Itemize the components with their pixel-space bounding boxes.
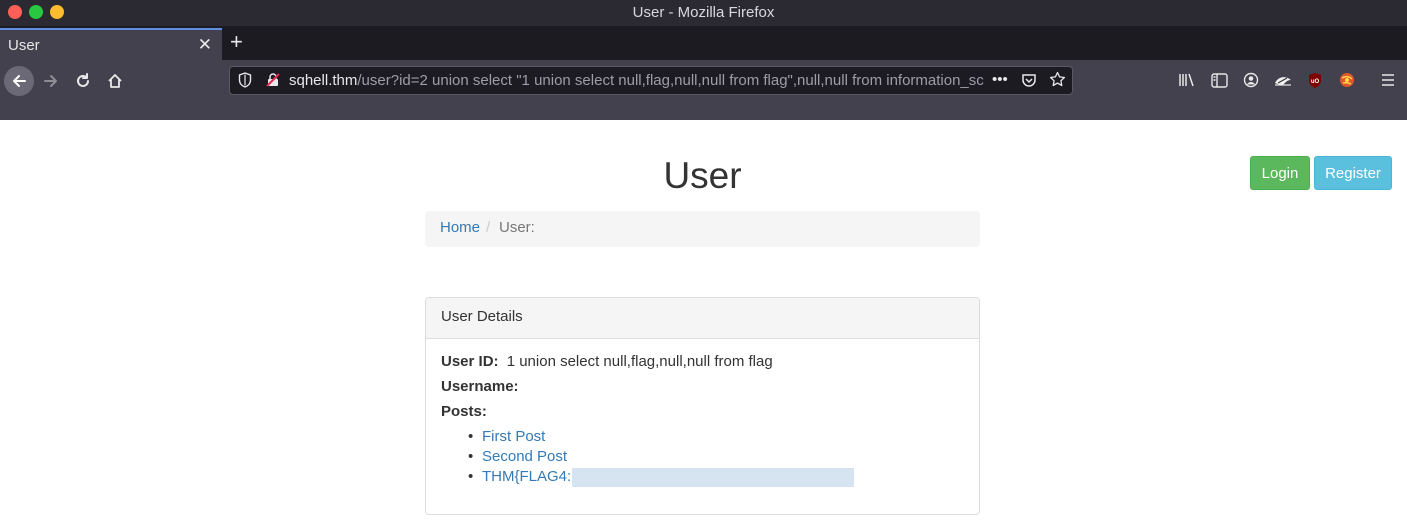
redacted-flag-highlight [572,468,855,487]
username-row: Username: [441,378,964,403]
breadcrumb: Home / User: [425,211,980,247]
ublock-icon[interactable]: uO [1305,70,1325,90]
login-button[interactable]: Login [1250,156,1310,190]
user-id-label: User ID: [441,353,499,370]
list-item: First Post [468,428,964,448]
register-button[interactable]: Register [1314,156,1392,190]
posts-label: Posts: [441,403,487,420]
new-tab-button[interactable]: + [230,29,243,55]
list-item: THM{FLAG4: [468,468,964,488]
username-label: Username: [441,378,519,395]
user-details-panel: User Details User ID: 1 union select nul… [425,297,980,515]
post-link-flag[interactable]: THM{FLAG4: [482,468,571,485]
tab-close-icon[interactable]: ✕ [198,35,212,55]
page-actions-icon[interactable]: ••• [992,71,1008,88]
menu-icon[interactable] [1378,70,1398,90]
breadcrumb-current: User: [499,219,535,236]
home-icon[interactable] [100,66,130,96]
extension-icon[interactable] [1273,70,1293,90]
reload-icon[interactable] [68,66,98,96]
user-id-value: 1 union select null,flag,null,null from … [506,353,773,370]
pocket-icon[interactable] [1021,72,1037,92]
tab-strip: User ✕ + [0,26,1407,60]
posts-list: First Post Second Post THM{FLAG4: [468,428,964,488]
navigation-toolbar: sqhell.thm/user?id=2 union select "1 uni… [0,60,1407,102]
page-title: User [663,155,742,196]
sidebar-icon[interactable] [1209,70,1229,90]
post-link-first[interactable]: First Post [482,428,545,445]
insecure-lock-icon[interactable] [266,73,280,87]
toolbar-bottom-strip [0,102,1407,120]
post-link-second[interactable]: Second Post [482,448,567,465]
extension-icon[interactable] [1337,70,1357,90]
posts-row: Posts: [441,403,964,428]
forward-arrow-icon[interactable] [36,66,66,96]
panel-heading: User Details [426,298,979,339]
tab-title: User [8,37,40,54]
back-arrow-icon[interactable] [4,66,34,96]
breadcrumb-home-link[interactable]: Home [440,219,480,236]
tab-user[interactable]: User ✕ [0,28,222,60]
library-icon[interactable] [1177,70,1197,90]
breadcrumb-separator: / [486,219,491,236]
panel-body: User ID: 1 union select null,flag,null,n… [426,339,979,502]
url-path: /user?id=2 union select "1 union select … [357,72,984,89]
svg-text:uO: uO [1311,79,1320,85]
url-text[interactable]: sqhell.thm/user?id=2 union select "1 uni… [289,72,989,89]
user-id-row: User ID: 1 union select null,flag,null,n… [441,353,964,378]
list-item: Second Post [468,448,964,468]
address-bar[interactable]: sqhell.thm/user?id=2 union select "1 uni… [229,66,1073,95]
url-host: sqhell.thm [289,72,358,89]
window-titlebar: User - Mozilla Firefox [0,0,1407,26]
account-icon[interactable] [1241,70,1261,90]
tracking-protection-icon[interactable] [238,72,252,88]
bookmark-star-icon[interactable] [1049,71,1066,92]
window-title: User - Mozilla Firefox [632,4,775,21]
